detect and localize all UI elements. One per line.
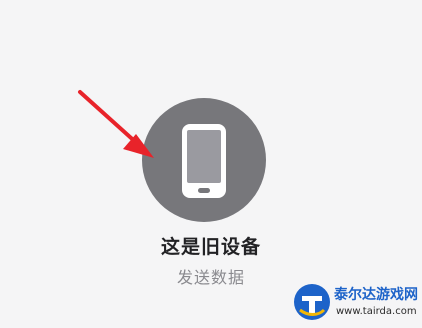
arrow-icon bbox=[78, 90, 154, 158]
device-title: 这是旧设备 bbox=[160, 236, 261, 258]
logo-icon bbox=[294, 284, 330, 320]
phone-icon bbox=[182, 124, 226, 198]
old-device-option[interactable]: 这是旧设备 发送数据 bbox=[0, 0, 422, 328]
watermark-brand: 泰尔达游戏网 bbox=[334, 287, 418, 303]
watermark: 泰尔达游戏网 www.tairda.com bbox=[292, 282, 418, 324]
watermark-url: www.tairda.com bbox=[336, 306, 417, 317]
